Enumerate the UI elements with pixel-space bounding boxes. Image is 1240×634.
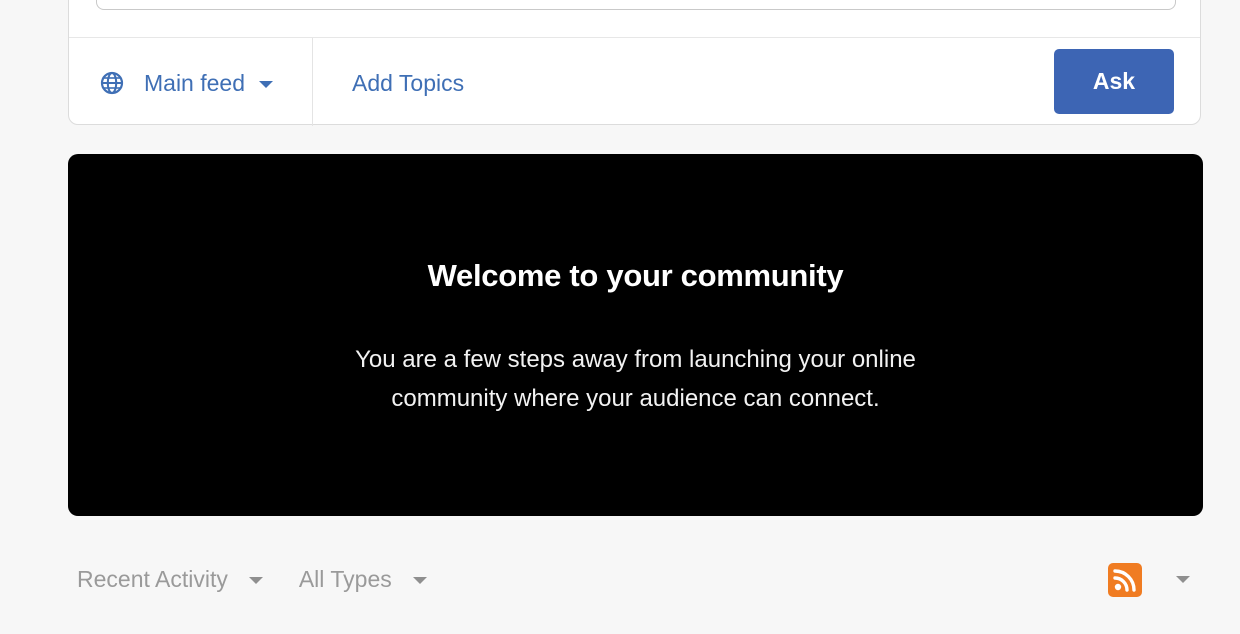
feed-dropdown-label: Main feed <box>144 69 246 96</box>
chevron-down-icon <box>259 80 274 88</box>
rss-options-chevron-down-icon[interactable] <box>1176 576 1190 583</box>
activity-filters: Recent Activity All Types <box>77 562 463 596</box>
chevron-down-icon <box>412 576 427 584</box>
welcome-description: You are a few steps away from launching … <box>68 340 1203 418</box>
welcome-description-line-1: You are a few steps away from launching … <box>355 346 916 373</box>
globe-icon <box>99 70 125 96</box>
rss-icon[interactable] <box>1108 563 1142 597</box>
ask-question-card: Main feed Add Topics Ask <box>68 0 1201 126</box>
chevron-down-icon <box>248 576 263 584</box>
welcome-banner: Welcome to your community You are a few … <box>68 154 1203 516</box>
ask-button[interactable]: Ask <box>1054 49 1174 114</box>
type-dropdown[interactable]: All Types <box>299 566 427 593</box>
toolbar-divider <box>312 38 313 126</box>
welcome-title: Welcome to your community <box>427 258 844 293</box>
add-topics-link[interactable]: Add Topics <box>352 67 464 99</box>
welcome-description-line-2: community where your audience can connec… <box>391 385 880 412</box>
sort-dropdown[interactable]: Recent Activity <box>77 566 263 593</box>
question-input[interactable] <box>96 0 1176 10</box>
ask-toolbar: Main feed Add Topics Ask <box>69 37 1200 126</box>
page: Main feed Add Topics Ask Welcome to your… <box>0 0 1240 634</box>
type-dropdown-label: All Types <box>298 565 392 592</box>
sort-dropdown-label: Recent Activity <box>77 565 228 592</box>
feed-dropdown[interactable]: Main feed <box>99 67 274 99</box>
